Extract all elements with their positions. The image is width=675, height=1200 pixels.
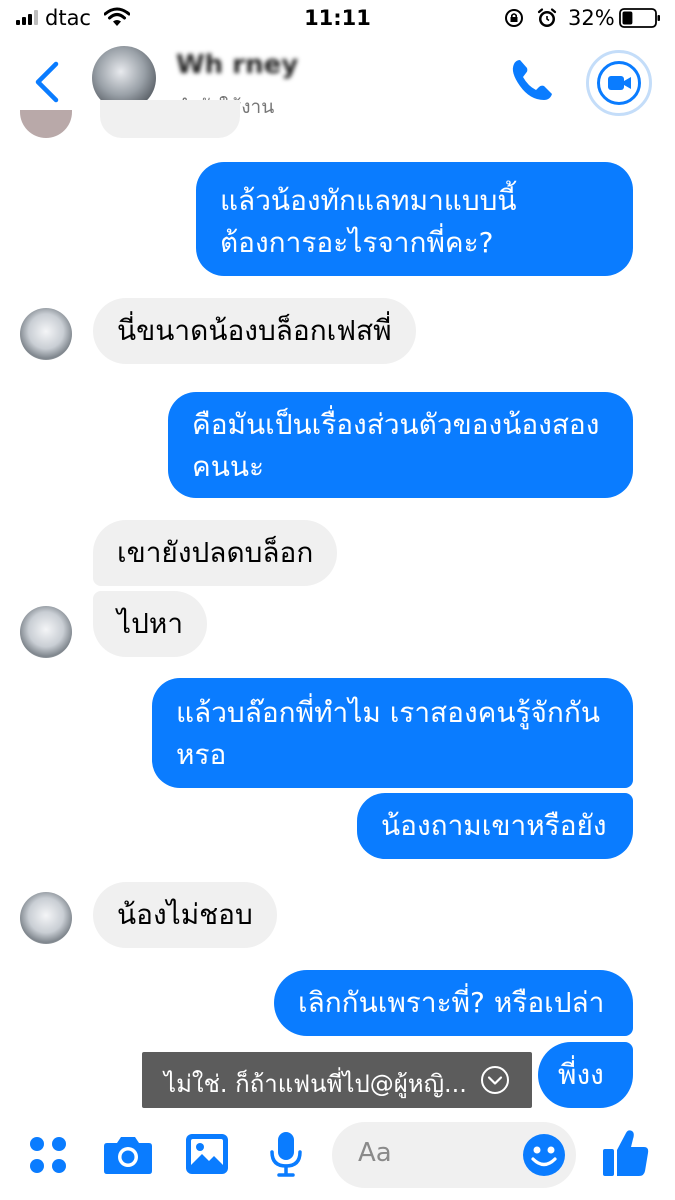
phone-icon[interactable]	[508, 56, 556, 104]
apps-icon[interactable]	[28, 1135, 68, 1175]
back-chevron-icon[interactable]	[30, 58, 62, 106]
sender-avatar	[20, 110, 72, 138]
chevron-down-icon[interactable]	[480, 1065, 510, 1095]
message-bubble-incoming[interactable]: น้องไม่ชอบ	[93, 882, 277, 948]
battery-icon	[619, 8, 660, 28]
composer-bar: Aa	[0, 1108, 675, 1200]
contact-name[interactable]: Wh rney	[176, 50, 298, 80]
message-input-placeholder: Aa	[358, 1138, 392, 1168]
thumbs-up-icon[interactable]	[602, 1128, 650, 1178]
message-bubble-outgoing[interactable]: คือมันเป็นเรื่องส่วนตัวของน้องสอง คนนะ	[168, 392, 633, 498]
message-input[interactable]: Aa	[332, 1122, 576, 1188]
camera-icon[interactable]	[103, 1133, 153, 1175]
message-bubble-outgoing[interactable]: เลิกกันเพราะพี่? หรือเปล่า	[274, 970, 633, 1036]
message-bubble-incoming[interactable]: ไปหา	[93, 591, 208, 657]
reply-preview-bar[interactable]: ไม่ใช่. ก็ถ้าแฟนพี่ไป@ผู้หญิ...	[142, 1052, 532, 1108]
video-call-button[interactable]	[586, 50, 652, 116]
microphone-icon[interactable]	[269, 1130, 303, 1178]
message-bubble-outgoing[interactable]: แล้วบล๊อกพี่ทำไม เราสองคนรู้จักกัน หรอ	[152, 678, 633, 788]
message-bubble-incoming[interactable]: นี่ขนาดน้องบล็อกเฟสพี่	[93, 298, 416, 364]
battery-percent: 32%	[568, 6, 615, 30]
reply-preview-text: ไม่ใช่. ก็ถ้าแฟนพี่ไป@ผู้หญิ...	[164, 1070, 467, 1098]
emoji-icon[interactable]	[522, 1133, 566, 1177]
status-bar: dtac 11:11 32%	[0, 0, 675, 36]
video-icon	[608, 76, 631, 90]
sender-avatar	[20, 892, 72, 944]
gallery-icon[interactable]	[185, 1133, 229, 1175]
message-bubble-partial	[100, 100, 240, 138]
message-bubble-outgoing[interactable]: พี่งง	[538, 1042, 633, 1108]
rotation-lock-icon	[505, 9, 523, 27]
sender-avatar	[20, 308, 72, 360]
sender-avatar	[20, 606, 72, 658]
message-bubble-outgoing[interactable]: น้องถามเขาหรือยัง	[357, 793, 633, 859]
message-text: แล้วน้องทักแลทมาแบบนี้ ต้องการอะไรจากพี่…	[220, 184, 517, 259]
message-bubble-incoming[interactable]: เขายังปลดบล็อก	[93, 520, 338, 586]
alarm-icon	[537, 8, 557, 27]
